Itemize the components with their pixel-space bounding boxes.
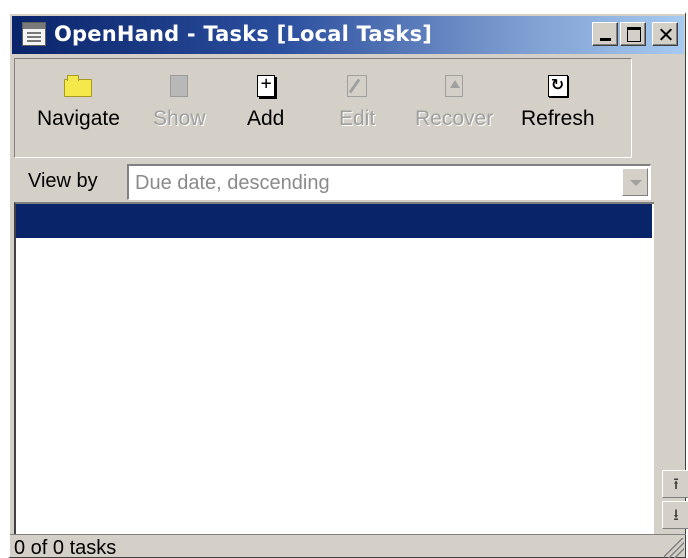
edit-label: Edit [339,107,376,130]
window-title: OpenHand - Tasks [Local Tasks] [54,22,433,46]
edit-icon [347,75,368,97]
resize-grip-icon[interactable] [664,538,684,558]
recover-button[interactable]: Recover [415,75,493,131]
view-by-selected-value: Due date, descending [135,172,330,194]
view-by-label: View by [28,170,98,192]
minimize-button[interactable] [592,22,618,46]
tasks-window: OpenHand - Tasks [Local Tasks] Navigate … [8,12,688,558]
refresh-button[interactable]: Refresh [521,75,595,131]
refresh-label: Refresh [521,107,595,130]
recover-label: Recover [415,107,494,130]
folder-icon [64,75,93,97]
toolbar: Navigate Show Add Edit Recover Refresh [14,58,632,158]
refresh-icon [547,75,568,97]
navigate-label: Navigate [37,107,120,130]
view-by-dropdown[interactable]: Due date, descending [127,164,651,200]
show-icon [170,75,189,97]
recover-icon [445,75,464,97]
status-bar: 0 of 0 tasks [10,534,686,558]
title-bar[interactable]: OpenHand - Tasks [Local Tasks] [12,16,684,54]
add-button[interactable]: Add [247,73,285,131]
scroll-down-button[interactable]: ⭳ [662,501,688,529]
show-button[interactable]: Show [153,75,206,131]
task-count-status: 0 of 0 tasks [14,537,117,558]
navigate-button[interactable]: Navigate [37,75,120,131]
add-icon [256,73,275,97]
chevron-down-icon[interactable] [622,168,648,196]
selected-row[interactable] [16,204,652,238]
maximize-button[interactable] [620,22,646,46]
show-label: Show [153,107,206,130]
close-button[interactable] [652,22,678,46]
edit-button[interactable]: Edit [339,75,375,131]
scroll-up-button[interactable]: ⭱ [662,470,688,498]
add-label: Add [247,107,285,130]
task-list[interactable] [14,202,654,534]
app-window-icon[interactable] [22,22,46,46]
